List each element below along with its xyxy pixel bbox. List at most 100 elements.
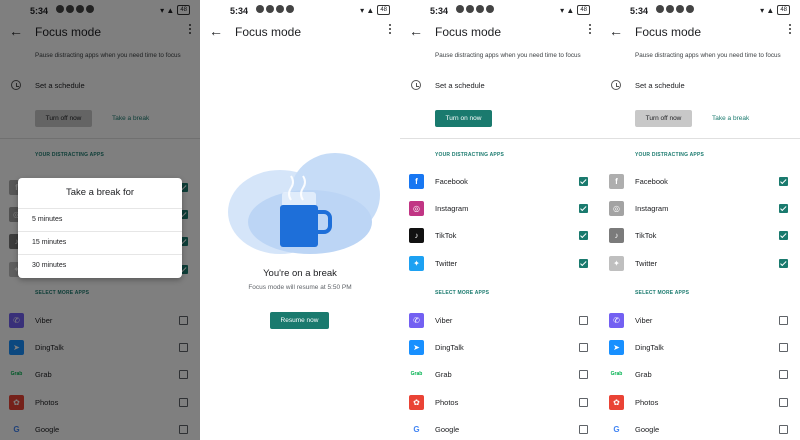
set-schedule-row[interactable]: Set a schedule xyxy=(600,78,800,94)
section-distracting-apps: YOUR DISTRACTING APPS xyxy=(435,152,505,158)
section-distracting-apps: YOUR DISTRACTING APPS xyxy=(635,152,705,158)
app-row-grab[interactable]: Grab Grab xyxy=(600,367,800,385)
divider xyxy=(600,138,800,139)
turn-off-button[interactable]: Turn off now xyxy=(635,110,692,127)
resume-now-button[interactable]: Resume now xyxy=(270,312,329,329)
app-row-dingtalk[interactable]: ➤ DingTalk xyxy=(600,340,800,358)
app-checkbox[interactable] xyxy=(579,316,588,325)
break-option-5[interactable]: 5 minutes xyxy=(18,208,182,231)
system-icons: ▾ ▲ 48 xyxy=(560,5,590,15)
app-checkbox[interactable] xyxy=(579,231,588,241)
app-row-google[interactable]: G Google xyxy=(400,421,600,440)
turn-on-button[interactable]: Turn on now xyxy=(435,110,492,127)
app-checkbox[interactable] xyxy=(579,204,588,214)
viber-icon: ✆ xyxy=(409,313,424,328)
status-time: 5:34 xyxy=(430,6,449,16)
break-subtitle: Focus mode will resume at 5:50 PM xyxy=(248,284,352,291)
google-icon: G xyxy=(609,421,624,437)
system-icons: ▾ ▲ 48 xyxy=(760,5,790,15)
app-name: Twitter xyxy=(635,258,658,268)
app-checkbox[interactable] xyxy=(579,397,588,407)
tiktok-icon: ♪ xyxy=(609,228,624,244)
app-checkbox[interactable] xyxy=(579,343,588,353)
back-arrow-icon[interactable]: ← xyxy=(409,22,423,40)
battery-icon: 48 xyxy=(577,5,590,15)
app-name: Instagram xyxy=(635,204,669,214)
app-checkbox[interactable] xyxy=(579,177,588,186)
focus-description: Pause distracting apps when you need tim… xyxy=(635,52,781,59)
focus-description: Pause distracting apps when you need tim… xyxy=(435,52,581,59)
app-checkbox[interactable] xyxy=(779,258,788,268)
twitter-icon: ✦ xyxy=(409,255,424,271)
page-title: Focus mode xyxy=(635,25,702,39)
battery-icon: 48 xyxy=(777,5,790,15)
break-option-30[interactable]: 30 minutes xyxy=(18,254,182,277)
dialog-title: Take a break for xyxy=(65,187,135,198)
app-row-google[interactable]: G Google xyxy=(600,421,800,440)
app-name: Grab xyxy=(435,370,452,380)
app-row-facebook[interactable]: f Facebook xyxy=(400,174,600,192)
more-vert-icon[interactable] xyxy=(588,24,592,34)
app-checkbox[interactable] xyxy=(579,370,588,380)
section-select-more: SELECT MORE APPS xyxy=(435,290,490,296)
app-name: Facebook xyxy=(635,177,668,186)
take-break-dialog: Take a break for 5 minutes 15 minutes 30… xyxy=(18,178,182,278)
instagram-icon: ◎ xyxy=(609,201,624,217)
app-checkbox[interactable] xyxy=(579,258,588,268)
app-checkbox[interactable] xyxy=(779,370,788,380)
twitter-icon: ✦ xyxy=(609,255,624,271)
more-vert-icon[interactable] xyxy=(388,24,392,34)
app-row-viber[interactable]: ✆ Viber xyxy=(600,313,800,331)
take-break-button[interactable]: Take a break xyxy=(712,115,749,122)
battery-icon: 48 xyxy=(377,5,390,15)
app-row-viber[interactable]: ✆ Viber xyxy=(400,313,600,331)
app-name: Instagram xyxy=(435,204,469,214)
screen-break-dialog: 5:34 ▾ ▲ 48 ← Focus mode Pause distracti… xyxy=(0,0,200,440)
status-time: 5:34 xyxy=(630,6,649,16)
app-name: Photos xyxy=(635,397,659,407)
section-select-more: SELECT MORE APPS xyxy=(635,290,690,296)
app-bar: ← Focus mode xyxy=(600,22,800,42)
facebook-icon: f xyxy=(609,174,624,189)
app-checkbox[interactable] xyxy=(779,343,788,353)
app-row-tiktok[interactable]: ♪ TikTok xyxy=(400,228,600,246)
app-checkbox[interactable] xyxy=(779,204,788,214)
app-name: Twitter xyxy=(435,258,458,268)
back-arrow-icon[interactable]: ← xyxy=(209,22,223,40)
dingtalk-icon: ➤ xyxy=(609,340,624,356)
app-row-tiktok[interactable]: ♪ TikTok xyxy=(600,228,800,246)
clock-icon xyxy=(411,80,421,90)
tiktok-icon: ♪ xyxy=(409,228,424,244)
app-checkbox[interactable] xyxy=(779,316,788,325)
back-arrow-icon[interactable]: ← xyxy=(609,22,623,40)
photos-icon: ✿ xyxy=(409,394,424,410)
status-bar: 5:34 ▾ ▲ 48 xyxy=(200,0,400,22)
app-row-photos[interactable]: ✿ Photos xyxy=(600,394,800,413)
app-checkbox[interactable] xyxy=(779,424,788,434)
break-option-15[interactable]: 15 minutes xyxy=(18,231,182,254)
break-title: You're on a break xyxy=(263,268,337,279)
set-schedule-label: Set a schedule xyxy=(435,81,485,90)
app-checkbox[interactable] xyxy=(779,177,788,186)
app-row-instagram[interactable]: ◎ Instagram xyxy=(600,201,800,219)
app-checkbox[interactable] xyxy=(779,397,788,407)
photos-icon: ✿ xyxy=(609,394,624,410)
app-checkbox[interactable] xyxy=(779,231,788,241)
app-row-grab[interactable]: Grab Grab xyxy=(400,367,600,385)
app-name: Facebook xyxy=(435,177,468,186)
status-bar: 5:34 ▾ ▲ 48 xyxy=(600,0,800,22)
divider xyxy=(400,138,600,139)
app-row-facebook[interactable]: f Facebook xyxy=(600,174,800,192)
more-vert-icon[interactable] xyxy=(788,24,792,34)
app-row-twitter[interactable]: ✦ Twitter xyxy=(600,255,800,274)
app-name: DingTalk xyxy=(435,343,464,353)
grab-icon: Grab xyxy=(409,367,424,383)
app-checkbox[interactable] xyxy=(579,424,588,434)
page-title: Focus mode xyxy=(235,25,302,39)
app-row-twitter[interactable]: ✦ Twitter xyxy=(400,255,600,274)
app-row-instagram[interactable]: ◎ Instagram xyxy=(400,201,600,219)
app-name: TikTok xyxy=(635,231,657,241)
app-row-photos[interactable]: ✿ Photos xyxy=(400,394,600,413)
app-row-dingtalk[interactable]: ➤ DingTalk xyxy=(400,340,600,358)
set-schedule-row[interactable]: Set a schedule xyxy=(400,78,600,94)
